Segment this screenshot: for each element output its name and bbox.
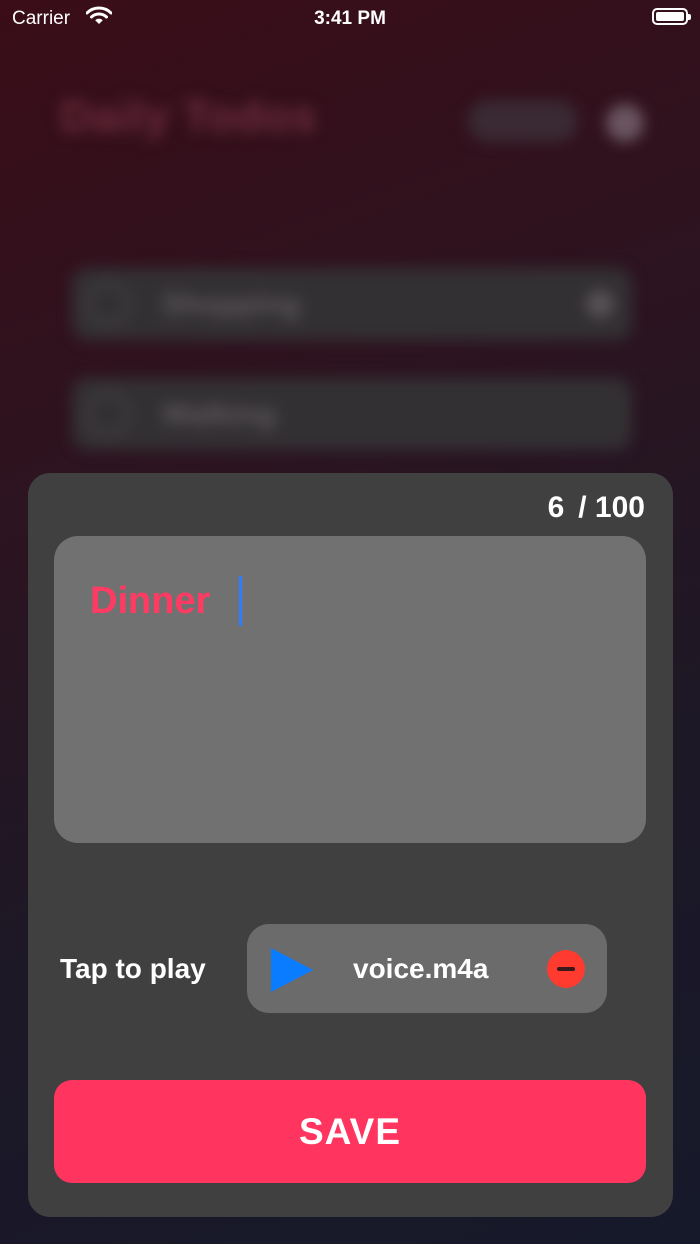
counter-current: 6 <box>547 491 565 524</box>
character-counter: 6 / 100 <box>548 491 645 525</box>
background-row-label: Shopping <box>162 288 301 321</box>
audio-filename: voice.m4a <box>353 953 489 984</box>
background-row-dot <box>586 290 614 318</box>
status-bar: Carrier 3:41 PM <box>0 0 700 36</box>
background-row: Walking <box>72 378 632 450</box>
status-time: 3:41 PM <box>314 8 386 29</box>
minus-circle-icon[interactable] <box>547 950 585 988</box>
tap-to-play-label: Tap to play <box>60 953 206 984</box>
audio-attachment: voice.m4a <box>247 924 607 1013</box>
checkbox-circle-icon <box>86 392 130 436</box>
battery-fill <box>656 12 684 21</box>
note-text: Dinner <box>90 580 211 622</box>
checkbox-circle-icon <box>86 282 130 326</box>
save-button[interactable]: SAVE <box>54 1080 646 1183</box>
note-text-area[interactable]: Dinner <box>54 536 646 843</box>
background-title: Daily Todos <box>60 92 318 141</box>
text-caret <box>239 576 242 626</box>
background-pill <box>468 100 578 142</box>
battery-icon <box>652 8 691 25</box>
add-note-sheet: 6 / 100 Dinner Tap to play voice.m4a SAVE <box>28 473 673 1217</box>
counter-max: / 100 <box>578 491 645 524</box>
background-avatar <box>606 104 644 142</box>
background-row: Shopping <box>72 268 632 340</box>
background-row-label: Walking <box>162 398 276 431</box>
play-icon[interactable] <box>271 948 313 992</box>
